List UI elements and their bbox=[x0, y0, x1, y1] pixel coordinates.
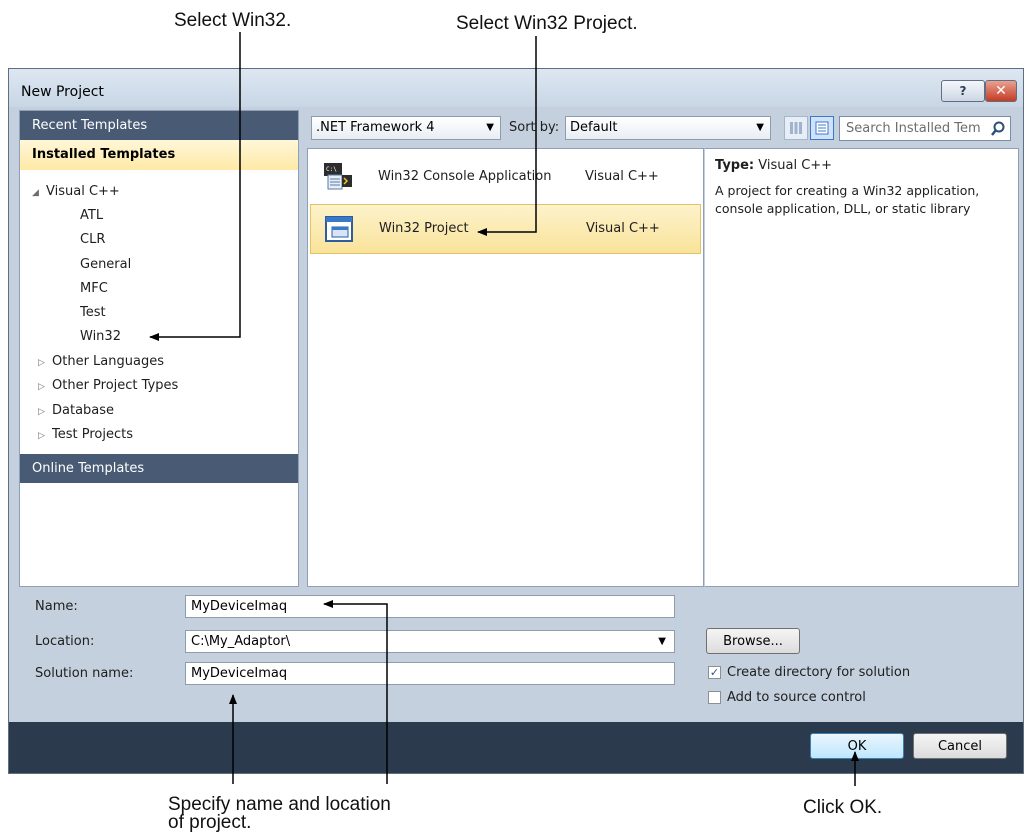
browse-button[interactable]: Browse... bbox=[706, 628, 800, 654]
ok-button[interactable]: OK bbox=[810, 733, 904, 759]
framework-select[interactable]: .NET Framework 4 ▼ bbox=[311, 116, 501, 140]
tree-item-clr[interactable]: CLR bbox=[80, 232, 105, 247]
new-project-dialog: New Project ? ✕ Recent Templates Install… bbox=[8, 68, 1024, 774]
details-view-button[interactable] bbox=[810, 116, 834, 140]
unchecked-box-icon bbox=[708, 691, 721, 704]
callout-select-win32-project: Select Win32 Project. bbox=[456, 13, 638, 34]
cancel-button[interactable]: Cancel bbox=[913, 733, 1007, 759]
tree-item-label: Other Project Types bbox=[52, 378, 179, 393]
tree-item-database[interactable]: ▷ Database bbox=[38, 403, 114, 418]
help-button[interactable]: ? bbox=[941, 80, 985, 102]
tree-item-label: Visual C++ bbox=[46, 184, 120, 199]
template-language: Visual C++ bbox=[585, 169, 659, 184]
window-title: New Project bbox=[21, 84, 104, 100]
tree-item-mfc[interactable]: MFC bbox=[80, 281, 108, 296]
template-categories-panel: Recent Templates Installed Templates ◢ Vi… bbox=[19, 110, 299, 587]
checkmark-icon: ✓ bbox=[708, 666, 721, 679]
tree-item-other-project-types[interactable]: ▷ Other Project Types bbox=[38, 378, 178, 393]
tree-item-test[interactable]: Test bbox=[80, 305, 106, 320]
template-language: Visual C++ bbox=[586, 221, 660, 236]
dropdown-arrow-icon: ▼ bbox=[486, 122, 494, 133]
template-item-win32-project[interactable]: Win32 Project Visual C++ bbox=[310, 204, 701, 254]
sort-select[interactable]: Default ▼ bbox=[565, 116, 771, 140]
template-list: C:\ Win32 Console Application Visual C++… bbox=[307, 148, 704, 587]
collapsed-arrow-icon: ▷ bbox=[38, 407, 45, 417]
tree-item-label: Other Languages bbox=[52, 354, 164, 369]
sort-label: Sort by: bbox=[509, 120, 560, 135]
dropdown-arrow-icon: ▼ bbox=[756, 122, 764, 133]
tree-item-general[interactable]: General bbox=[80, 257, 131, 272]
name-label: Name: bbox=[35, 599, 78, 614]
location-value: C:\My_Adaptor\ bbox=[191, 634, 291, 649]
template-name: Win32 Project bbox=[379, 221, 469, 236]
callout-click-ok: Click OK. bbox=[803, 797, 883, 818]
tree-item-other-languages[interactable]: ▷ Other Languages bbox=[38, 354, 164, 369]
console-app-icon: C:\ bbox=[324, 163, 352, 190]
callout-select-win32: Select Win32. bbox=[174, 10, 292, 31]
framework-value: .NET Framework 4 bbox=[316, 120, 435, 135]
template-toolbar: .NET Framework 4 ▼ Sort by: Default ▼ Sear… bbox=[307, 113, 1019, 145]
search-placeholder: Search Installed Tem bbox=[846, 121, 981, 136]
type-line: Type: Visual C++ bbox=[715, 158, 1008, 173]
name-field[interactable]: MyDeviceImaq bbox=[185, 595, 675, 618]
online-templates-header[interactable]: Online Templates bbox=[20, 454, 298, 483]
grid-view-icon bbox=[790, 122, 802, 134]
location-label: Location: bbox=[35, 634, 95, 649]
template-description: A project for creating a Win32 applicati… bbox=[715, 183, 980, 216]
create-directory-label: Create directory for solution bbox=[727, 665, 911, 680]
create-directory-checkbox[interactable]: ✓ Create directory for solution bbox=[708, 665, 910, 680]
search-input[interactable]: Search Installed Tem bbox=[839, 116, 1011, 141]
source-control-label: Add to source control bbox=[727, 690, 866, 705]
collapsed-arrow-icon: ▷ bbox=[38, 358, 45, 368]
svg-text:C:\: C:\ bbox=[326, 166, 337, 173]
installed-templates-header[interactable]: Installed Templates bbox=[20, 140, 298, 170]
list-view-icon bbox=[815, 121, 829, 135]
sort-value: Default bbox=[570, 120, 618, 135]
recent-templates-header[interactable]: Recent Templates bbox=[20, 111, 298, 140]
tree-item-visual-cpp[interactable]: ◢ Visual C++ bbox=[32, 184, 120, 199]
tree-item-label: Database bbox=[52, 403, 115, 418]
small-icons-view-button[interactable] bbox=[784, 116, 808, 140]
dropdown-arrow-icon: ▼ bbox=[658, 636, 666, 647]
solution-name-label: Solution name: bbox=[35, 666, 134, 681]
dialog-footer: OK Cancel bbox=[9, 722, 1023, 773]
source-control-checkbox[interactable]: Add to source control bbox=[708, 690, 866, 705]
win32-project-icon bbox=[325, 216, 353, 242]
tree-item-test-projects[interactable]: ▷ Test Projects bbox=[38, 427, 133, 442]
title-bar: New Project ? ✕ bbox=[9, 69, 1023, 107]
solution-name-field[interactable]: MyDeviceImaq bbox=[185, 662, 675, 685]
location-field[interactable]: C:\My_Adaptor\ ▼ bbox=[185, 630, 675, 653]
tree-item-win32[interactable]: Win32 bbox=[80, 329, 121, 344]
type-value: Visual C++ bbox=[758, 158, 833, 173]
tree-item-atl[interactable]: ATL bbox=[80, 208, 103, 223]
template-item-win32-console[interactable]: C:\ Win32 Console Application Visual C++ bbox=[310, 153, 701, 203]
close-button[interactable]: ✕ bbox=[985, 80, 1017, 102]
type-label: Type: bbox=[715, 158, 755, 173]
expanded-arrow-icon: ◢ bbox=[32, 188, 39, 198]
tree-item-label: Test Projects bbox=[52, 427, 133, 442]
template-name: Win32 Console Application bbox=[378, 169, 552, 184]
template-details-panel: Type: Visual C++ A project for creating … bbox=[704, 148, 1019, 587]
callout-specify-name-line2: of project. bbox=[168, 812, 252, 833]
collapsed-arrow-icon: ▷ bbox=[38, 382, 45, 392]
search-icon[interactable] bbox=[990, 121, 1006, 137]
collapsed-arrow-icon: ▷ bbox=[38, 431, 45, 441]
